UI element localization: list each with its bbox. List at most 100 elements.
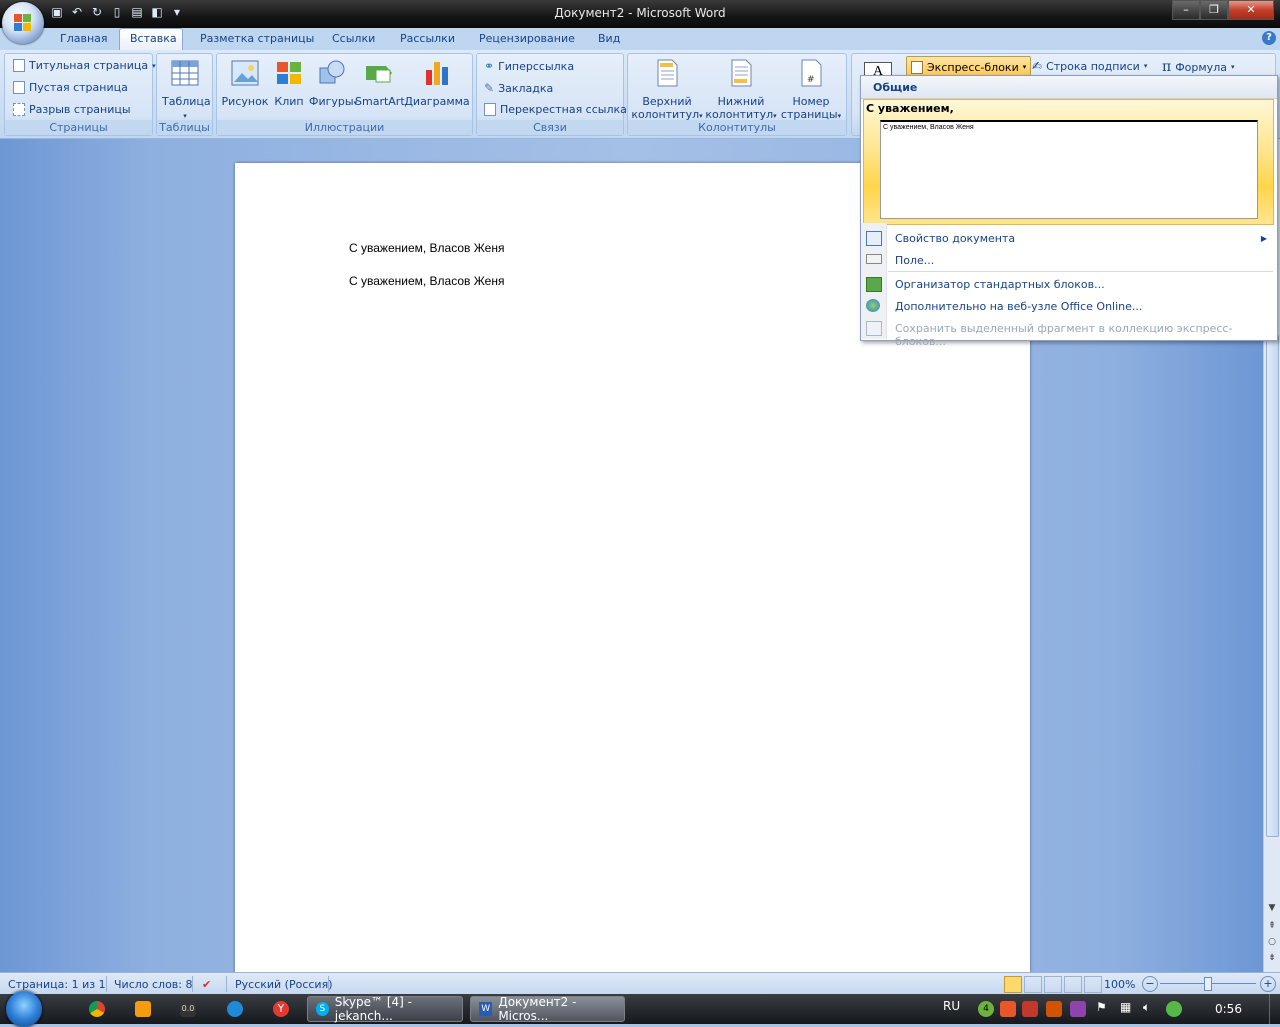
tab-home[interactable]: Главная	[60, 32, 108, 45]
office-button[interactable]	[2, 2, 44, 44]
shapes-icon	[319, 60, 345, 84]
bookmark-button[interactable]: ✎ Закладка	[484, 81, 553, 95]
tab-review[interactable]: Рецензирование	[479, 32, 575, 45]
chart-button[interactable]: Диаграмма	[404, 58, 470, 108]
menu-save-selection: Сохранить выделенный фрагмент в коллекци…	[861, 317, 1277, 348]
smartart-button[interactable]: SmartArt	[355, 58, 405, 108]
taskbar-skype[interactable]: S Skype™ [4] - jekanch...	[307, 995, 463, 1023]
window-title: Документ2 - Microsoft Word	[554, 6, 726, 20]
language-indicator[interactable]: Русский (Россия)	[235, 978, 333, 991]
keyboard-language[interactable]: RU	[943, 999, 960, 1013]
group-tables: Таблица ▾ Таблицы	[156, 53, 213, 136]
group-pages: Титульная страница ▾ Пустая страница Разр…	[4, 53, 156, 136]
utorrent-icon[interactable]	[1166, 1001, 1182, 1017]
tray-app-icon[interactable]	[1000, 1001, 1016, 1017]
page-number-button[interactable]: # Номер страницы▾	[778, 58, 844, 123]
taskbar-word[interactable]: W Документ2 - Micros...	[470, 995, 625, 1023]
group-label-links: Связи	[477, 120, 623, 135]
footer-button[interactable]: Нижний колонтитул▾	[705, 58, 777, 123]
clipart-button[interactable]: Клип	[271, 58, 307, 108]
header-button[interactable]: Верхний колонтитул▾	[631, 58, 703, 123]
group-illustrations: Рисунок Клип Фигуры▾ SmartArt Диаграмма …	[216, 53, 473, 136]
system-clock[interactable]: 0:56	[1215, 1002, 1242, 1016]
scroll-down-icon[interactable]: ▼	[1264, 903, 1280, 913]
page-number-icon: #	[801, 59, 822, 87]
tab-references[interactable]: Ссылки	[332, 32, 375, 45]
close-button[interactable]: ✕	[1228, 0, 1274, 20]
tab-page-layout[interactable]: Разметка страницы	[200, 32, 314, 45]
picture-icon	[231, 60, 259, 86]
signature-line-button[interactable]: ✍ Строка подписи ▾	[1032, 59, 1147, 73]
start-button[interactable]	[6, 991, 42, 1027]
shapes-button[interactable]: Фигуры▾	[309, 58, 357, 110]
pi-icon: π	[1162, 59, 1172, 75]
menu-field[interactable]: Поле...	[861, 249, 1277, 271]
zoom-level[interactable]: 100%	[1104, 978, 1135, 991]
tray-app-icon[interactable]	[1022, 1001, 1038, 1017]
draft-view-icon[interactable]	[1084, 976, 1102, 993]
formula-button[interactable]: π Формула ▾	[1162, 59, 1234, 75]
document-line[interactable]: С уважением, Власов Женя	[349, 241, 504, 255]
word-icon: W	[479, 1002, 493, 1016]
internet-explorer-icon[interactable]	[227, 1001, 243, 1017]
zoom-out-icon[interactable]: −	[1142, 976, 1158, 992]
volume-icon[interactable]: 🔈︎	[1143, 1000, 1150, 1015]
tray-app-icon[interactable]	[1070, 1001, 1086, 1017]
tray-app-icon[interactable]	[1046, 1001, 1062, 1017]
document-line[interactable]: С уважением, Власов Женя	[349, 274, 504, 288]
zoom-slider-thumb[interactable]	[1204, 977, 1212, 991]
zoom-in-icon[interactable]: +	[1260, 976, 1276, 992]
maximize-button[interactable]: ❐	[1200, 0, 1228, 20]
menu-document-property[interactable]: Свойство документа ▶	[861, 227, 1277, 249]
help-icon[interactable]: ?	[1262, 31, 1276, 45]
menu-office-online[interactable]: Дополнительно на веб-узле Office Online.…	[861, 295, 1277, 317]
menu-building-blocks-organizer[interactable]: Организатор стандартных блоков...	[861, 273, 1277, 295]
action-center-flag-icon[interactable]: ⚑	[1096, 1000, 1107, 1014]
web-layout-view-icon[interactable]	[1044, 976, 1062, 993]
save-to-gallery-icon	[866, 321, 882, 336]
tab-view[interactable]: Вид	[598, 32, 620, 45]
cross-reference-button[interactable]: Перекрестная ссылка	[484, 103, 627, 116]
previous-page-icon[interactable]: ⇞	[1264, 921, 1280, 931]
gallery-item[interactable]: С уважением, С уважением, Власов Женя	[863, 99, 1274, 225]
outline-view-icon[interactable]	[1064, 976, 1082, 993]
table-icon	[171, 60, 199, 86]
tab-mailings[interactable]: Рассылки	[400, 32, 455, 45]
minimize-button[interactable]: –	[1172, 0, 1200, 20]
next-page-icon[interactable]: ⇟	[1264, 953, 1280, 963]
media-player-icon[interactable]	[135, 1001, 151, 1017]
table-button[interactable]: Таблица ▾	[162, 58, 211, 123]
page-count[interactable]: Страница: 1 из 1	[8, 978, 106, 991]
scroll-thumb[interactable]	[1266, 335, 1279, 837]
show-desktop-button[interactable]	[1269, 994, 1280, 1024]
yandex-browser-icon[interactable]: Y	[273, 1001, 289, 1017]
browse-object-icon[interactable]: ○	[1264, 937, 1280, 947]
network-icon[interactable]: ▦	[1120, 1000, 1131, 1014]
document-property-icon	[866, 231, 882, 246]
blank-page-button[interactable]: Пустая страница	[13, 81, 128, 94]
spelling-check-icon[interactable]: ✔	[202, 978, 211, 991]
header-icon	[657, 59, 678, 87]
globe-icon	[866, 299, 880, 312]
app-icon[interactable]: 0.0	[180, 1001, 196, 1017]
tab-insert[interactable]: Вставка	[119, 28, 183, 50]
full-screen-reading-view-icon[interactable]	[1024, 976, 1042, 993]
cover-page-button[interactable]: Титульная страница ▾	[13, 59, 156, 72]
hyperlink-button[interactable]: ⚭ Гиперссылка	[484, 59, 574, 73]
taskbar: 0.0 Y S Skype™ [4] - jekanch... W Докуме…	[0, 991, 1280, 1027]
window-controls: – ❐ ✕	[1172, 0, 1274, 20]
page-break-icon	[13, 103, 25, 116]
word-count[interactable]: Число слов: 8	[114, 978, 193, 991]
page-break-button[interactable]: Разрыв страницы	[13, 103, 131, 116]
print-layout-view-icon[interactable]	[1004, 976, 1022, 993]
tray-badge-icon[interactable]: 4	[978, 1001, 994, 1017]
picture-button[interactable]: Рисунок	[221, 58, 269, 108]
chart-icon	[426, 62, 448, 85]
group-label-illustrations: Иллюстрации	[217, 120, 472, 135]
quick-parts-dropdown: Общие С уважением, С уважением, Власов Ж…	[860, 75, 1278, 348]
group-header-footer: Верхний колонтитул▾ Нижний колонтитул▾ #…	[627, 53, 847, 136]
skype-icon: S	[316, 1002, 329, 1016]
group-label-pages: Страницы	[5, 120, 152, 135]
signature-icon: ✍	[1032, 59, 1043, 73]
chrome-icon[interactable]	[89, 1001, 105, 1017]
